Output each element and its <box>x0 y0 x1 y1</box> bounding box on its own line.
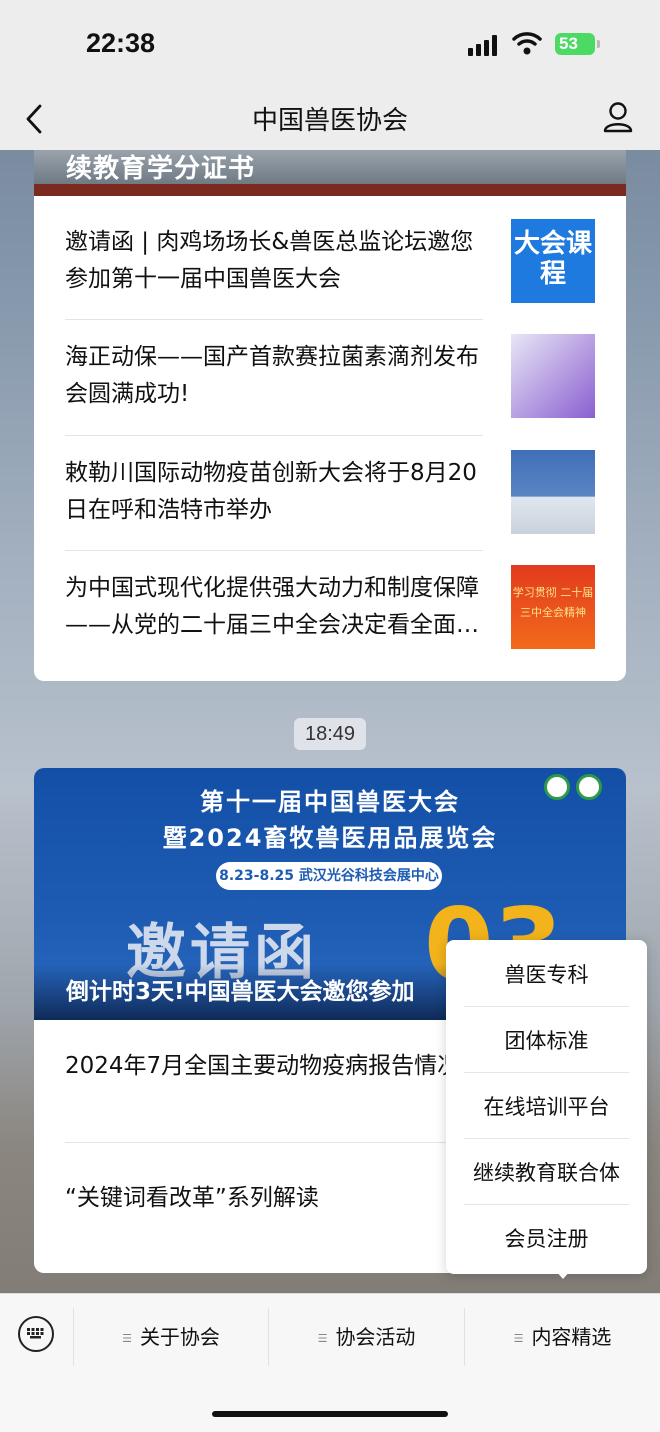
menu-lines-icon: ☰ <box>513 1331 524 1345</box>
article-banner[interactable]: 续教育学分证书 <box>34 150 626 196</box>
article-title: 敕勒川国际动物疫苗创新大会将于8月20日在呼和浩特市举办 <box>65 460 477 523</box>
nav-bar: 中国兽医协会 <box>0 90 660 150</box>
banner-title: 续教育学分证书 <box>66 154 256 184</box>
tab-featured-content[interactable]: ☰ 内容精选 <box>465 1294 660 1380</box>
tab-label: 关于协会 <box>139 1325 220 1349</box>
keyboard-keys <box>27 1328 44 1339</box>
cellular-signal-icon <box>468 34 502 56</box>
divider <box>464 1204 629 1205</box>
person-icon[interactable] <box>602 100 634 134</box>
menu-item-continuing-education[interactable]: 继续教育联合体 <box>446 1140 647 1206</box>
thumbnail-text: 学习贯彻 二十届三中全会精神 <box>512 586 594 619</box>
menu-item-group-standards[interactable]: 团体标准 <box>446 1008 647 1074</box>
article-title: 2024年7月全国主要动物疫病报告情况 <box>65 1053 461 1079</box>
keyboard-icon[interactable] <box>18 1316 54 1352</box>
list-item[interactable]: 为中国式现代化提供强大动力和制度保障——从党的二十届三中全会决定看全面深化改革 … <box>65 542 595 657</box>
list-item[interactable]: 海正动保——国产首款赛拉菌素滴剂发布会圆满成功! <box>65 311 595 426</box>
banner-line-2: 暨2024畜牧兽医用品展览会 <box>162 824 498 852</box>
article-thumbnail <box>511 450 595 534</box>
battery-icon: 53 <box>555 33 600 55</box>
banner-line-1: 第十一届中国兽医大会 <box>200 788 460 816</box>
menu-pointer <box>555 1270 571 1279</box>
article-title: 倒计时3天!中国兽医大会邀您参加 <box>66 979 415 1005</box>
tab-activities[interactable]: ☰ 协会活动 <box>269 1294 464 1380</box>
article-thumbnail: 学习贯彻 二十届三中全会精神 <box>511 565 595 649</box>
status-bar: 22:38 53 <box>0 0 660 90</box>
tab-about[interactable]: ☰ 关于协会 <box>74 1294 268 1380</box>
menu-lines-icon: ☰ <box>122 1331 132 1345</box>
wifi-icon <box>512 32 542 55</box>
article-thumbnail: 大会课程 <box>511 219 595 303</box>
status-time: 22:38 <box>86 28 156 58</box>
tab-label: 内容精选 <box>531 1325 612 1349</box>
article-title: “关键词看改革”系列解读 <box>65 1185 319 1211</box>
menu-item-online-training[interactable]: 在线培训平台 <box>446 1074 647 1140</box>
menu-lines-icon: ☰ <box>317 1331 328 1345</box>
home-indicator <box>212 1411 448 1417</box>
list-item[interactable]: 敕勒川国际动物疫苗创新大会将于8月20日在呼和浩特市举办 <box>65 427 595 542</box>
battery-level: 53 <box>559 34 578 53</box>
event-date-badge: 8.23-8.25 武汉光谷科技会展中心 <box>216 862 442 890</box>
tab-label: 协会活动 <box>335 1325 416 1349</box>
article-thumbnail <box>511 334 595 418</box>
divider <box>464 1072 629 1073</box>
article-title: 邀请函 | 肉鸡场场长&兽医总监论坛邀您参加第十一届中国兽医大会 <box>65 229 474 292</box>
content-menu-popup: 兽医专科 团体标准 在线培训平台 继续教育联合体 会员注册 <box>446 940 647 1274</box>
message-timestamp: 18:49 <box>294 718 366 750</box>
article-card: 续教育学分证书 邀请函 | 肉鸡场场长&兽医总监论坛邀您参加第十一届中国兽医大会… <box>34 150 626 681</box>
article-title: 海正动保——国产首款赛拉菌素滴剂发布会圆满成功! <box>65 344 479 407</box>
divider <box>464 1006 629 1007</box>
page-title: 中国兽医协会 <box>251 106 408 136</box>
divider <box>65 1142 483 1143</box>
thumbnail-text: 大会课程 <box>513 229 592 289</box>
menu-item-member-registration[interactable]: 会员注册 <box>446 1206 647 1272</box>
menu-item-vet-specialty[interactable]: 兽医专科 <box>446 942 647 1008</box>
divider <box>464 1138 629 1139</box>
article-title: 为中国式现代化提供强大动力和制度保障——从党的二十届三中全会决定看全面深化改革 <box>65 575 479 638</box>
list-item[interactable]: 邀请函 | 肉鸡场场长&兽医总监论坛邀您参加第十一届中国兽医大会 大会课程 <box>65 196 595 311</box>
